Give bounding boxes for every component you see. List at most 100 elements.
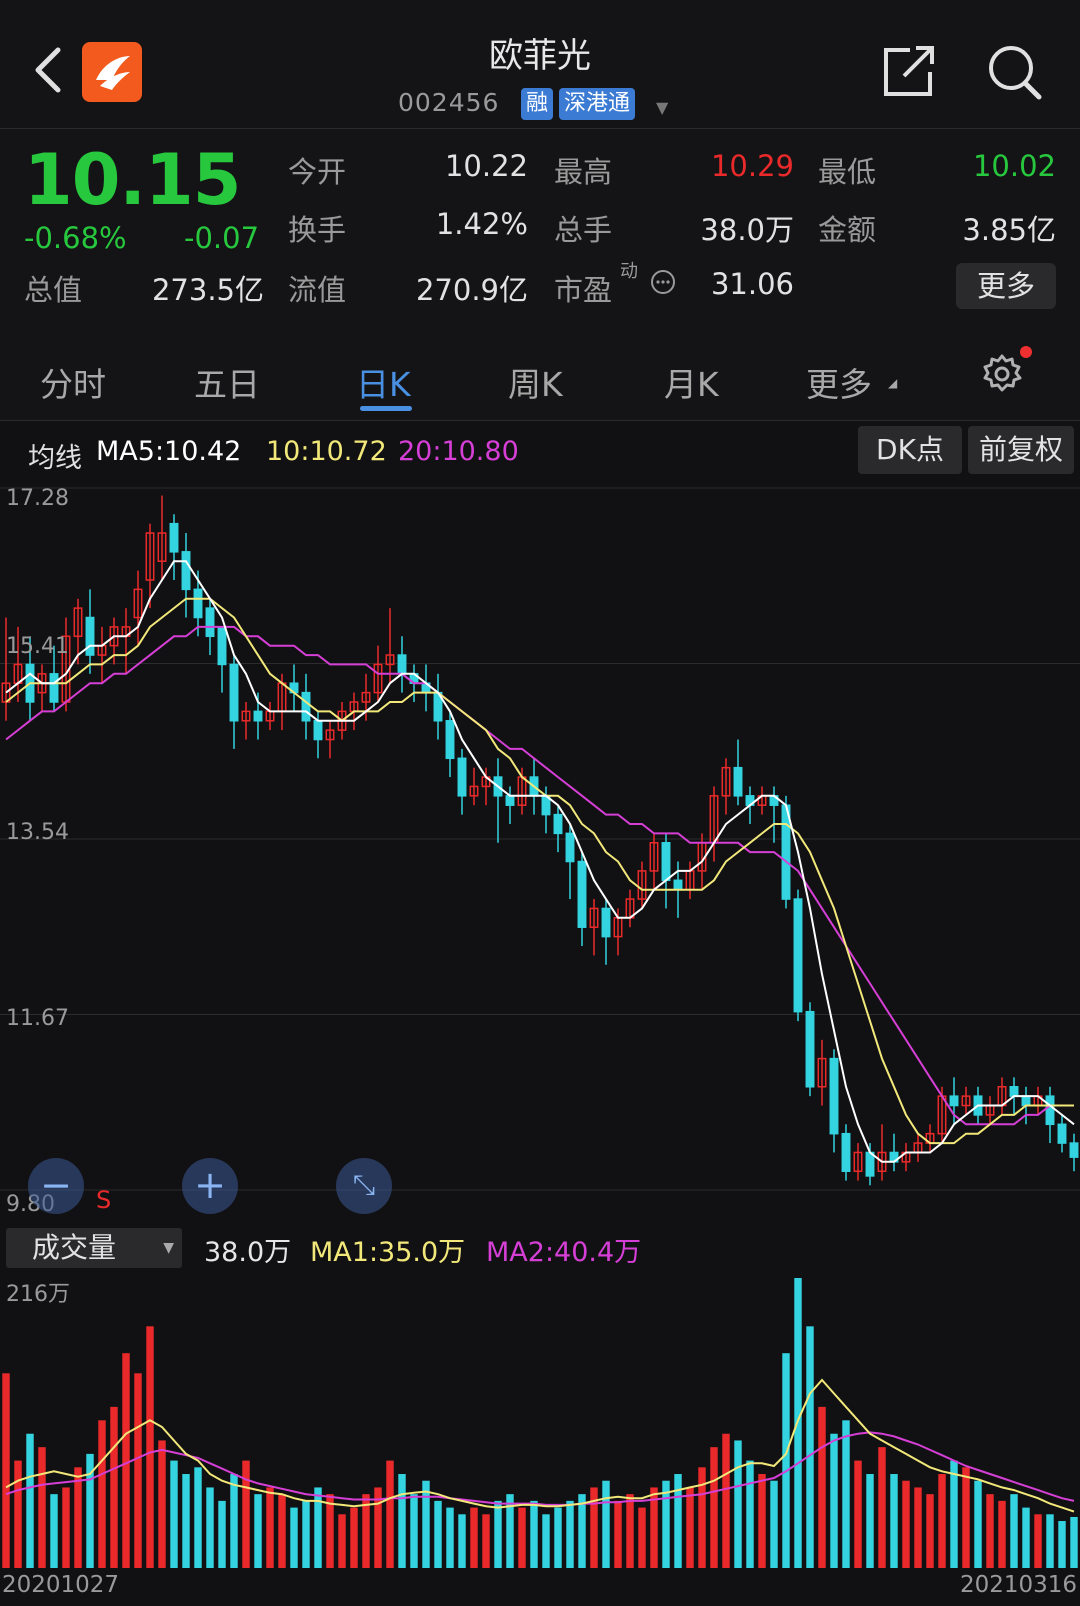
tab-more[interactable]: 更多 bbox=[806, 358, 872, 406]
high-value: 10.29 bbox=[710, 149, 794, 183]
y-tick-label: 11.67 bbox=[6, 1006, 69, 1031]
search-icon[interactable] bbox=[985, 40, 1045, 102]
volume-bar bbox=[806, 1326, 814, 1568]
volume-bar bbox=[38, 1447, 46, 1568]
volume-bar bbox=[986, 1494, 994, 1568]
volume-bar bbox=[914, 1487, 922, 1568]
volume-bar bbox=[890, 1474, 898, 1568]
active-tab-indicator bbox=[360, 406, 412, 411]
volume-bar bbox=[854, 1460, 862, 1568]
zoom-out-button[interactable]: − bbox=[28, 1158, 84, 1214]
volume-bar bbox=[818, 1406, 826, 1568]
tab-five-day[interactable]: 五日 bbox=[194, 358, 260, 406]
candle-body bbox=[181, 551, 191, 591]
tab-daily-k[interactable]: 日K bbox=[356, 358, 411, 406]
ma5-line bbox=[5, 560, 1075, 1163]
volume-bar bbox=[1010, 1494, 1018, 1568]
y-tick-label: 13.54 bbox=[6, 820, 69, 845]
volume-bar bbox=[554, 1507, 562, 1568]
volume-bar bbox=[62, 1487, 70, 1568]
volume-bar bbox=[866, 1474, 874, 1568]
volume-bar bbox=[134, 1373, 142, 1568]
turnover-value: 1.42% bbox=[435, 207, 528, 241]
period-tabs: 分时 五日 日K 周K 月K 更多 ◢ bbox=[0, 332, 1080, 421]
settings-gear-icon[interactable] bbox=[980, 352, 1024, 396]
zoom-in-button[interactable]: + bbox=[182, 1158, 238, 1214]
volume-bar bbox=[902, 1480, 910, 1568]
dropdown-caret-icon[interactable]: ▼ bbox=[656, 98, 668, 117]
candle-body bbox=[1069, 1142, 1079, 1158]
pe-label: 市盈 bbox=[554, 273, 613, 307]
float-cap-value: 270.9亿 bbox=[415, 273, 528, 307]
more-quote-button[interactable]: 更多 bbox=[956, 263, 1056, 309]
volume-bar bbox=[998, 1500, 1006, 1568]
volume-bar bbox=[722, 1433, 730, 1568]
volume-bar bbox=[950, 1460, 958, 1568]
volume-bar bbox=[398, 1474, 406, 1568]
chevron-down-icon: ▼ bbox=[163, 1240, 174, 1256]
volume-bar bbox=[974, 1480, 982, 1568]
market-cap-label: 总值 bbox=[24, 273, 83, 307]
share-icon[interactable] bbox=[880, 44, 938, 100]
tab-monthly-k[interactable]: 月K bbox=[664, 358, 719, 406]
high-label: 最高 bbox=[554, 155, 613, 189]
volume-bar bbox=[614, 1500, 622, 1568]
candle-body bbox=[445, 719, 455, 760]
amount-label: 金额 bbox=[818, 213, 877, 247]
forward-adjust-button[interactable]: 前复权 bbox=[968, 426, 1074, 474]
volume-indicator-select[interactable]: 成交量 ▼ bbox=[6, 1228, 182, 1268]
candle-body bbox=[601, 907, 611, 938]
info-icon[interactable] bbox=[650, 269, 676, 295]
candle-body bbox=[841, 1132, 851, 1172]
pe-value: 31.06 bbox=[710, 267, 794, 301]
volume-bar bbox=[230, 1474, 238, 1568]
kline-chart[interactable] bbox=[0, 478, 1080, 1222]
expand-chart-button[interactable]: ⤡ bbox=[336, 1158, 392, 1214]
volume-bar bbox=[182, 1474, 190, 1568]
candle-body bbox=[733, 766, 743, 797]
candle-body bbox=[457, 757, 467, 797]
volume-chart[interactable] bbox=[0, 1272, 1080, 1572]
volume-bar bbox=[686, 1487, 694, 1568]
open-value: 10.22 bbox=[444, 149, 528, 183]
tab-weekly-k[interactable]: 周K bbox=[508, 358, 563, 406]
volume-bar bbox=[530, 1500, 538, 1568]
header-bar: 欧菲光 002456 融 深港通 ▼ bbox=[0, 0, 1080, 128]
last-price: 10.15 bbox=[24, 139, 241, 221]
candle-body bbox=[169, 522, 179, 553]
more-caret-icon: ◢ bbox=[888, 376, 898, 390]
volume-bar bbox=[518, 1507, 526, 1568]
volume-bar bbox=[494, 1500, 502, 1568]
volume-bar bbox=[758, 1474, 766, 1568]
volume-bar bbox=[278, 1494, 286, 1568]
volume-bar bbox=[146, 1326, 154, 1568]
dk-point-button[interactable]: DK点 bbox=[858, 426, 962, 474]
change-amount: -0.07 bbox=[184, 221, 260, 255]
volume-bar bbox=[674, 1474, 682, 1568]
candle-body bbox=[505, 795, 515, 806]
candle-body bbox=[577, 860, 587, 928]
volume-ma1: MA1:35.0万 bbox=[310, 1237, 466, 1268]
candle-body bbox=[193, 588, 203, 619]
volume-bar bbox=[242, 1460, 250, 1568]
volume-bar bbox=[74, 1467, 82, 1568]
ma10-value: 10:10.72 bbox=[266, 436, 387, 467]
volume-bar bbox=[338, 1514, 346, 1568]
candle-body bbox=[565, 832, 575, 863]
candle-body bbox=[49, 673, 59, 703]
volume-bar bbox=[566, 1500, 574, 1568]
candle-body bbox=[949, 1095, 959, 1107]
low-label: 最低 bbox=[818, 155, 877, 189]
volume-bar bbox=[290, 1507, 298, 1568]
volume-bar bbox=[710, 1447, 718, 1568]
candle-body bbox=[1009, 1086, 1019, 1097]
volume-bar bbox=[302, 1500, 310, 1568]
tab-intraday[interactable]: 分时 bbox=[40, 358, 106, 406]
volume-bar bbox=[482, 1514, 490, 1568]
volume-bar bbox=[542, 1514, 550, 1568]
ma-label: 均线 bbox=[28, 443, 82, 474]
volume-bar bbox=[1046, 1514, 1054, 1568]
volume-bar bbox=[314, 1487, 322, 1568]
turnover-label: 换手 bbox=[288, 213, 347, 247]
ma10-line bbox=[5, 597, 1074, 1145]
